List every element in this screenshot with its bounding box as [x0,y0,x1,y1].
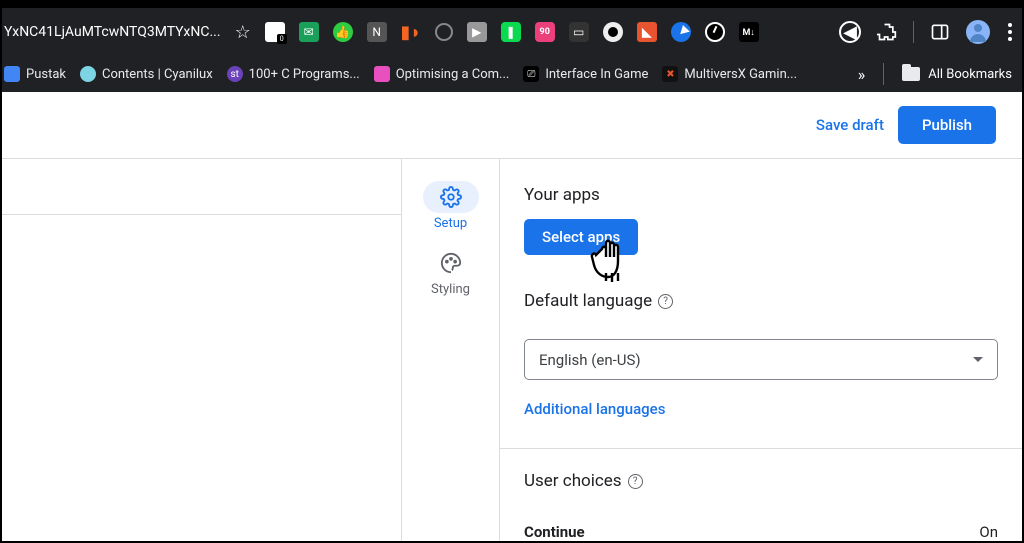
help-icon[interactable]: ? [628,474,643,489]
extension-icons: 0 ✉ 👍 N ▮◗ ▶ ❚ 90 ▭ ◣ M↓ [265,22,759,42]
additional-languages-link[interactable]: Additional languages [524,400,998,418]
section-your-apps: Your apps [524,185,998,205]
ext-icon-14[interactable] [705,22,725,42]
divider [500,448,1022,449]
ext-icon-3[interactable]: 👍 [333,22,353,42]
bookmarks-bar: Pustak Contents | Cyanilux st100+ C Prog… [2,56,1022,92]
ext-icon-10[interactable]: ▭ [569,22,589,42]
bookmark-0[interactable]: Pustak [4,66,66,82]
extensions-icon[interactable] [875,20,899,44]
caret-down-icon [973,357,983,362]
url-fragment: YxNC41LjAuMTcwNTQ3MTYxNC... [4,24,221,40]
ext-icon-badge[interactable]: 90 [535,22,555,42]
choice-label: Continue [524,523,585,541]
ext-icon-1[interactable]: 0 [265,22,285,42]
bookmark-label: Pustak [26,67,66,82]
help-icon[interactable]: ? [658,294,673,309]
bookmark-label: MultiversX Gamin... [684,67,797,82]
omnibox-row: YxNC41LjAuMTcwNTQ3MTYxNC... ☆ 0 ✉ 👍 N ▮◗… [2,8,1022,56]
step-label: Styling [431,282,470,297]
separator [913,21,914,43]
bookmark-5[interactable]: ✖MultiversX Gamin... [662,66,797,82]
app-header: Save draft Publish [2,92,1022,158]
step-label: Setup [434,216,467,231]
palette-icon [423,247,479,279]
section-label: Default language [524,291,652,311]
save-draft-button[interactable]: Save draft [816,116,884,134]
user-choice-row[interactable]: Continue On [524,523,998,541]
left-column-header [2,159,401,215]
bookmark-label: Contents | Cyanilux [102,67,213,82]
all-bookmarks-label: All Bookmarks [928,67,1012,82]
ext-icon-13[interactable] [671,22,691,42]
ext-icon-8[interactable]: ❚ [501,22,521,42]
profile-avatar[interactable] [966,20,990,44]
bookmarks-overflow-icon[interactable]: » [858,65,866,84]
publish-button[interactable]: Publish [898,106,996,144]
ext-icon-12[interactable]: ◣ [637,22,657,42]
select-apps-button[interactable]: Select apps [524,219,638,255]
bookmark-3[interactable]: Optimising a Com... [374,66,510,82]
back-icon[interactable]: ◀ [839,21,861,43]
section-default-language: Default language ? [524,291,998,311]
ext-icon-7[interactable]: ▶ [467,22,487,42]
ext-icon-rss[interactable]: ▮◗ [401,22,421,42]
bookmark-2[interactable]: st100+ C Programs... [227,66,360,82]
section-user-choices: User choices ? [524,471,998,491]
star-icon[interactable]: ☆ [235,22,251,43]
bookmark-4[interactable]: ⎚Interface In Game [523,66,648,82]
folder-icon [902,67,920,81]
ext-icon-2[interactable]: ✉ [299,22,319,42]
ext-icon-4[interactable]: N [367,22,387,42]
choice-state: On [979,523,998,541]
step-styling[interactable]: Styling [415,247,487,297]
gear-icon [423,181,479,213]
left-column [2,158,402,541]
bookmark-label: 100+ C Programs... [249,67,360,82]
kebab-menu-icon[interactable] [1004,23,1016,41]
ext-icon-11[interactable] [603,22,623,42]
separator [883,63,884,85]
main-panel: Your apps Select apps Default language ?… [500,158,1022,541]
language-select[interactable]: English (en-US) [524,339,998,380]
bookmark-label: Interface In Game [545,67,648,82]
sidepanel-icon[interactable] [928,20,952,44]
section-label: User choices [524,471,622,491]
language-value: English (en-US) [539,351,641,369]
bookmark-label: Optimising a Com... [396,67,510,82]
bookmark-1[interactable]: Contents | Cyanilux [80,66,213,82]
step-nav: Setup Styling [402,158,500,541]
step-setup[interactable]: Setup [415,181,487,231]
ext-icon-6[interactable] [435,23,453,41]
ext-icon-15[interactable]: M↓ [739,22,759,42]
all-bookmarks[interactable]: All Bookmarks [902,67,1012,82]
